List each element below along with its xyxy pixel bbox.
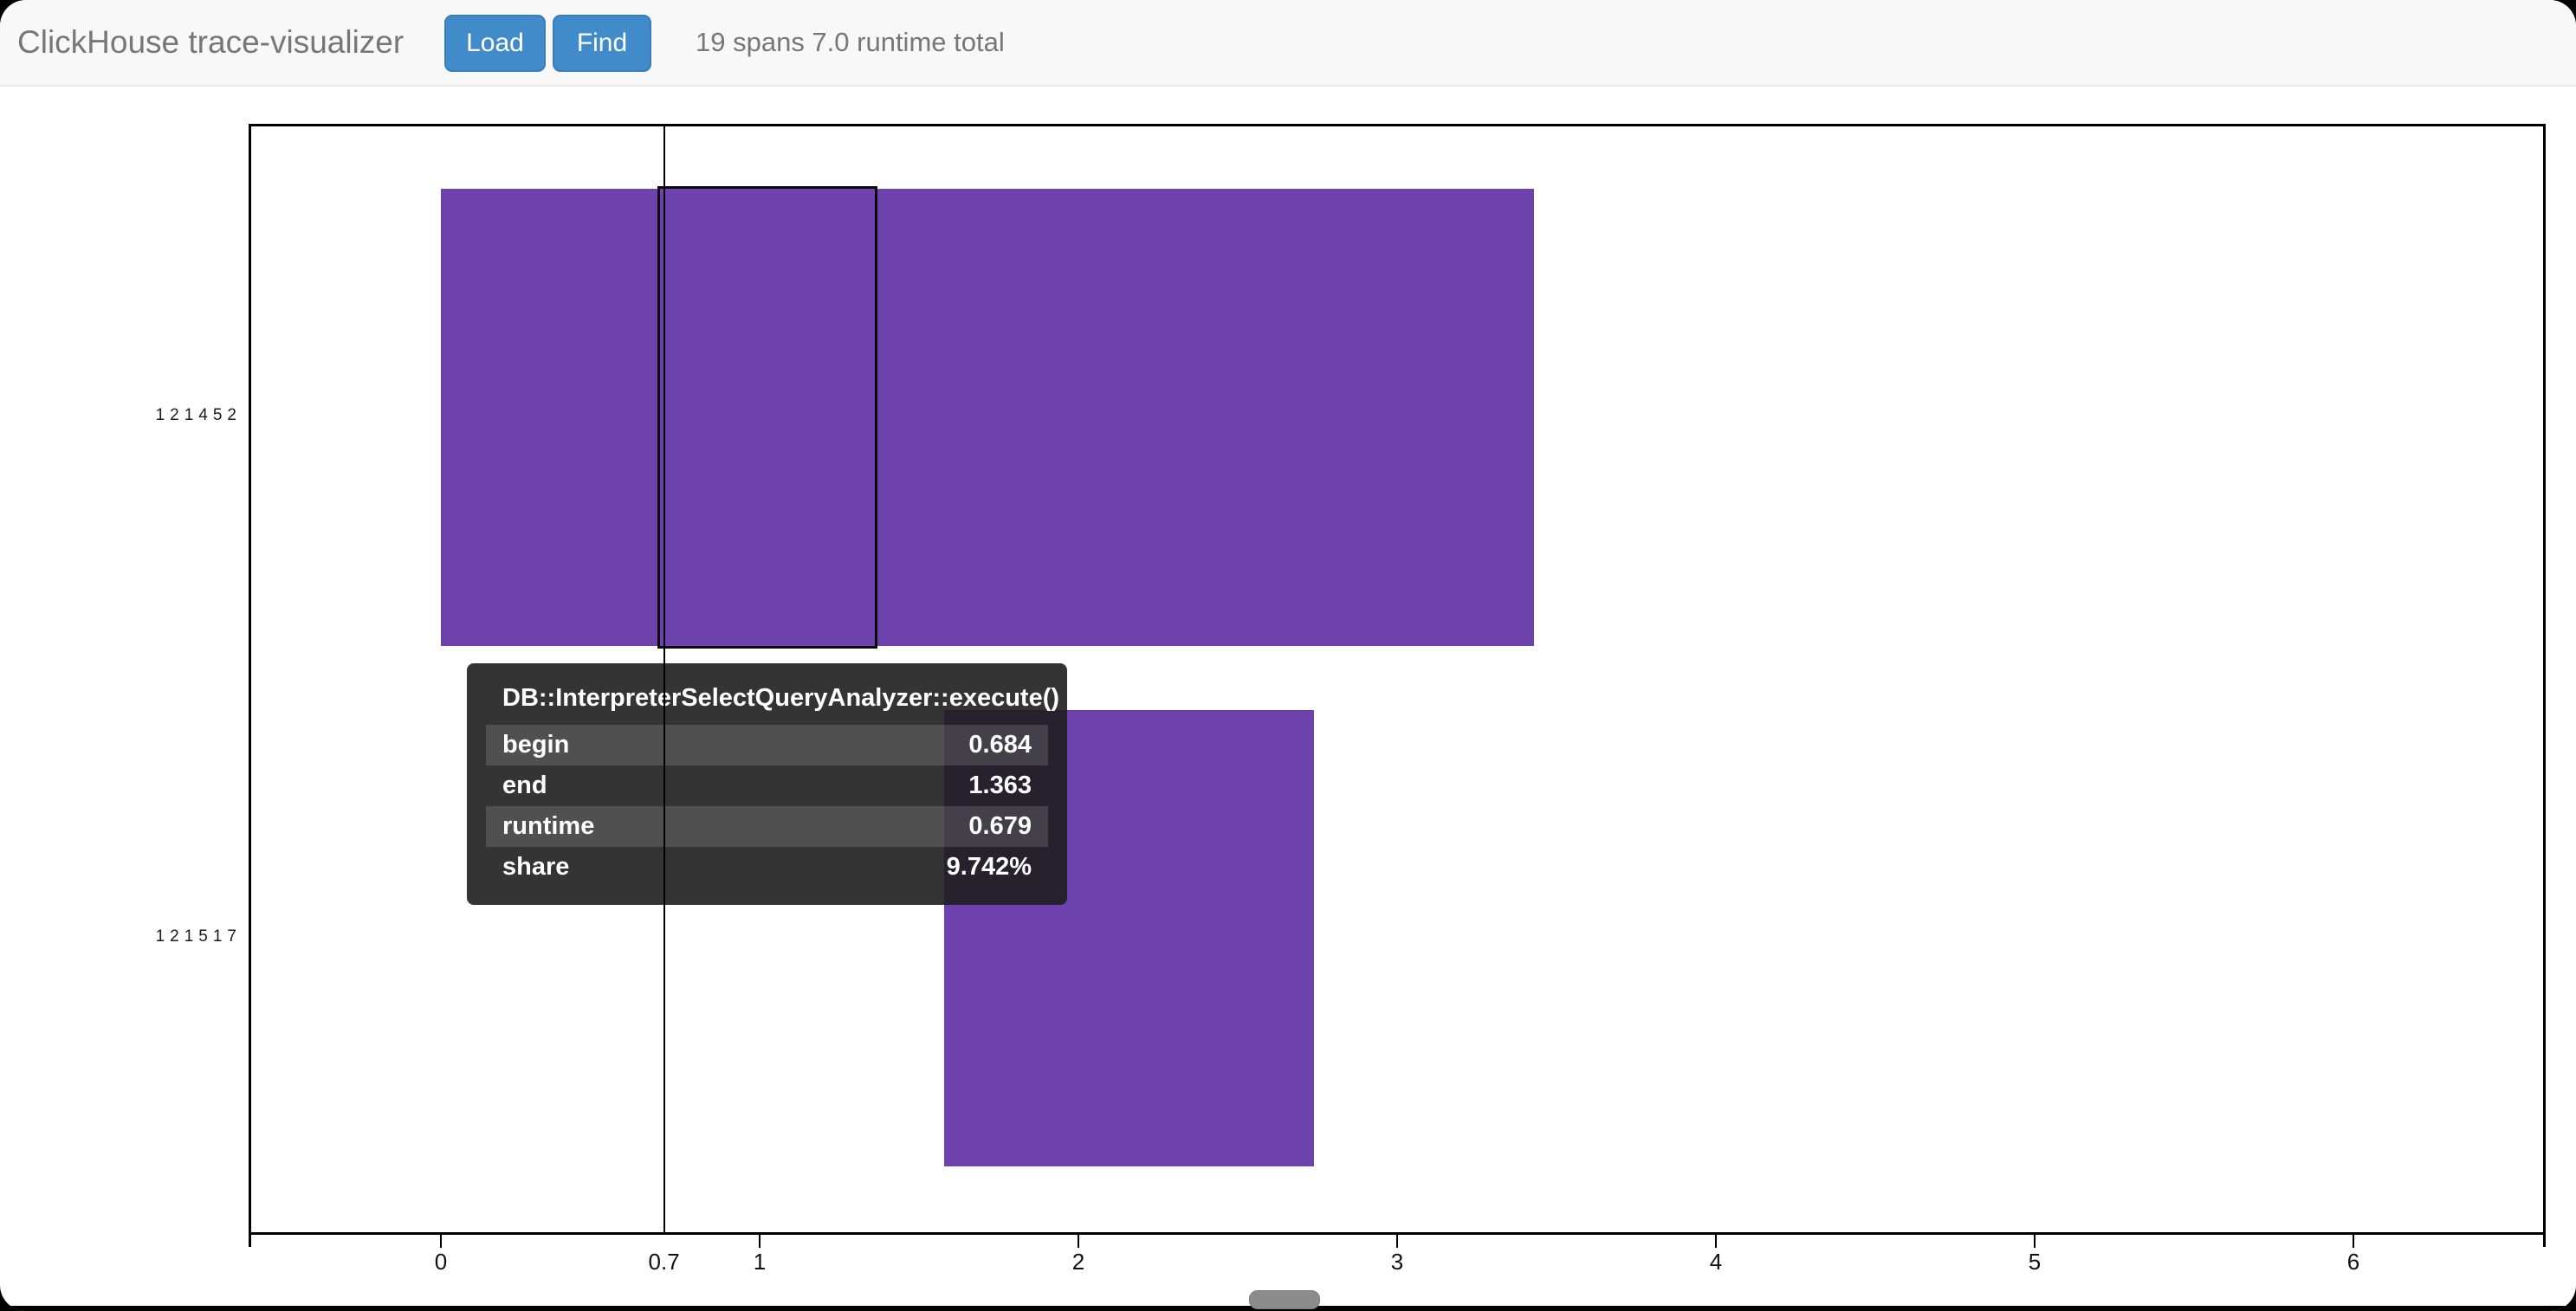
ruler-line bbox=[663, 124, 665, 1233]
span-bar[interactable] bbox=[441, 189, 1534, 646]
tooltip-row-value: 0.684 bbox=[968, 731, 1032, 759]
spans-summary: 19 spans 7.0 runtime total bbox=[696, 27, 1005, 58]
tooltip-row: share 9.742% bbox=[486, 847, 1048, 888]
axis-outer-tick-left bbox=[249, 1232, 251, 1247]
x-tick-label: 0 bbox=[406, 1249, 476, 1275]
scrollbar-thumb[interactable] bbox=[1249, 1290, 1320, 1309]
tooltip-row-value: 9.742% bbox=[947, 853, 1032, 882]
tooltip-row-label: runtime bbox=[502, 812, 594, 841]
tooltip-title: DB::InterpreterSelectQueryAnalyzer::exec… bbox=[486, 675, 1048, 725]
ruler-label: 0.7 bbox=[630, 1249, 699, 1275]
app-title: ClickHouse trace-visualizer bbox=[17, 24, 404, 61]
x-tick-mark bbox=[1078, 1235, 1079, 1248]
x-tick-mark bbox=[2353, 1235, 2354, 1248]
tooltip-row-value: 1.363 bbox=[968, 772, 1032, 800]
tooltip-row: end 1.363 bbox=[486, 765, 1048, 806]
x-tick-mark bbox=[2034, 1235, 2036, 1248]
tooltip-row-label: end bbox=[502, 772, 547, 800]
axis-outer-tick-right bbox=[2543, 1232, 2546, 1247]
tooltip-row: runtime 0.679 bbox=[486, 806, 1048, 847]
x-tick-mark bbox=[440, 1235, 442, 1248]
x-tick-mark bbox=[1715, 1235, 1717, 1248]
y-axis-label: 121517 bbox=[113, 927, 242, 946]
x-tick-mark bbox=[759, 1235, 761, 1248]
tooltip-row-label: share bbox=[502, 853, 569, 882]
tooltip-rows: begin 0.684 end 1.363 runtime 0.679 share 9.742… bbox=[486, 725, 1048, 888]
tooltip-row-label: begin bbox=[502, 731, 569, 759]
y-axis-label: 121452 bbox=[113, 406, 242, 425]
app-header: ClickHouse trace-visualizer Load Find 19… bbox=[0, 0, 2576, 87]
x-tick-label: 2 bbox=[1044, 1249, 1113, 1275]
x-tick-label: 4 bbox=[1681, 1249, 1751, 1275]
x-tick-label: 3 bbox=[1362, 1249, 1432, 1275]
x-tick-label: 5 bbox=[2000, 1249, 2069, 1275]
x-tick-label: 1 bbox=[725, 1249, 794, 1275]
tooltip-row-value: 0.679 bbox=[968, 812, 1032, 841]
load-button[interactable]: Load bbox=[444, 15, 546, 72]
x-tick-label: 6 bbox=[2319, 1249, 2388, 1275]
app-window: ClickHouse trace-visualizer Load Find 19… bbox=[0, 0, 2576, 1311]
selected-span-outline bbox=[657, 186, 877, 649]
find-button[interactable]: Find bbox=[553, 15, 651, 72]
span-tooltip: DB::InterpreterSelectQueryAnalyzer::exec… bbox=[467, 663, 1067, 905]
tooltip-row: begin 0.684 bbox=[486, 725, 1048, 765]
x-tick-mark bbox=[1396, 1235, 1398, 1248]
